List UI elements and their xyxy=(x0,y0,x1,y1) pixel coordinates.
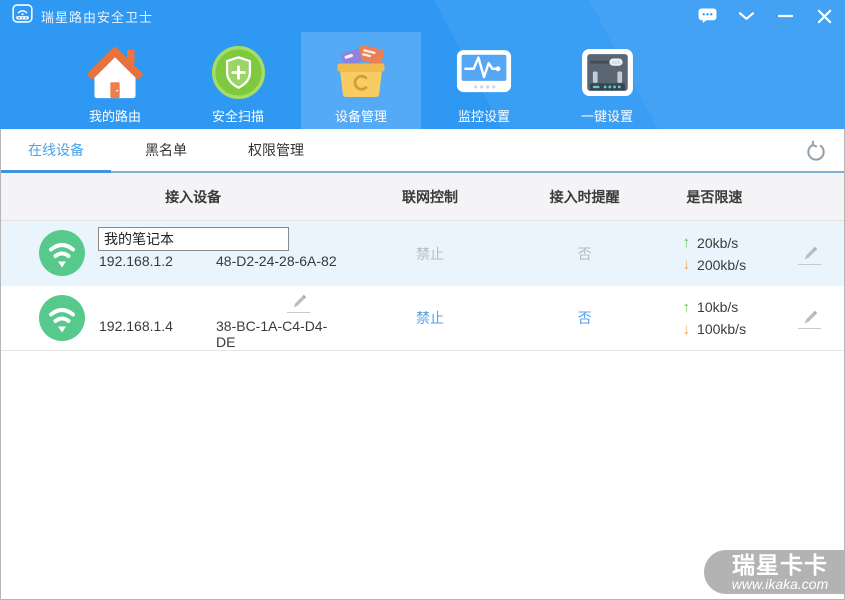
ikaka-watermark: 瑞星卡卡 www.ikaka.com xyxy=(704,550,844,594)
toolbox-icon xyxy=(332,41,390,103)
tab-bar: 在线设备 黑名单 权限管理 xyxy=(1,129,844,173)
edit-cell xyxy=(774,286,844,350)
close-icon[interactable] xyxy=(813,5,835,27)
pencil-underline xyxy=(797,328,821,329)
app-window: 瑞星路由安全卫士 我的路由 安全扫描 设备管理 监控设置 一键设置 在线设备 黑… xyxy=(0,0,845,600)
titlebar: 瑞星路由安全卫士 xyxy=(0,0,845,32)
header-device: 接入设备 xyxy=(165,188,222,205)
speed-limit-cell: ↑ 20kb/s ↓ 200kb/s xyxy=(654,221,774,286)
remind-toggle-link[interactable]: 否 xyxy=(578,308,592,328)
wifi-device-icon xyxy=(39,230,85,276)
header-network-control: 联网控制 xyxy=(402,188,459,205)
tab-online-devices[interactable]: 在线设备 xyxy=(1,129,111,173)
tab-label: 黑名单 xyxy=(145,142,187,158)
monitor-icon xyxy=(456,41,512,103)
upload-speed: ↑ 20kb/s xyxy=(683,234,747,251)
watermark-brand: 瑞星卡卡 xyxy=(732,552,828,578)
window-title: 瑞星路由安全卫士 xyxy=(41,9,154,25)
window-controls xyxy=(696,5,835,27)
nav-label: 安全扫描 xyxy=(211,109,264,124)
nav-item-monitor-settings[interactable]: 监控设置 xyxy=(424,32,544,129)
network-control-cell: 禁止 xyxy=(345,221,515,286)
remind-toggle-link[interactable]: 否 xyxy=(578,244,592,264)
download-value: 100kb/s xyxy=(697,321,747,337)
up-arrow-icon: ↑ xyxy=(682,298,691,316)
nav-item-my-router[interactable]: 我的路由 xyxy=(55,32,175,129)
nav-label: 设备管理 xyxy=(334,109,387,124)
device-ip: 192.168.1.4 xyxy=(99,318,173,334)
edit-speed-pencil-icon[interactable] xyxy=(797,243,821,265)
table-row: 192.168.1.2 48-D2-24-28-6A-82 禁止 否 ↑ 20k… xyxy=(1,221,844,286)
main-nav: 我的路由 安全扫描 设备管理 监控设置 一键设置 xyxy=(0,32,845,129)
rename-device-pencil-icon[interactable] xyxy=(287,291,310,313)
table-row: 192.168.1.4 38-BC-1A-C4-D4-DE 禁止 否 ↑ 10k… xyxy=(1,286,844,351)
chevron-down-icon[interactable] xyxy=(735,5,757,27)
nav-label: 监控设置 xyxy=(457,109,510,124)
device-cell: 192.168.1.2 48-D2-24-28-6A-82 xyxy=(1,221,345,286)
speed-values: ↑ 10kb/s ↓ 100kb/s xyxy=(683,299,747,338)
device-name-input[interactable] xyxy=(98,227,289,251)
nav-label: 我的路由 xyxy=(88,109,141,124)
device-mac: 38-BC-1A-C4-D4-DE xyxy=(216,318,328,350)
up-arrow-icon: ↑ xyxy=(682,234,691,251)
edit-speed-pencil-icon[interactable] xyxy=(797,307,821,329)
edit-cell xyxy=(774,221,844,286)
wifi-device-icon xyxy=(39,295,85,341)
refresh-icon[interactable] xyxy=(802,138,828,164)
device-cell: 192.168.1.4 38-BC-1A-C4-D4-DE xyxy=(1,286,345,350)
upload-value: 20kb/s xyxy=(697,234,739,251)
shield-scan-icon xyxy=(210,41,267,103)
download-value: 200kb/s xyxy=(697,256,747,273)
download-speed: ↓ 100kb/s xyxy=(683,321,747,338)
down-arrow-icon: ↓ xyxy=(682,320,691,338)
forbid-link[interactable]: 禁止 xyxy=(416,244,444,264)
home-icon xyxy=(85,41,145,103)
tab-blacklist[interactable]: 黑名单 xyxy=(111,129,221,171)
content-area: 在线设备 黑名单 权限管理 接入设备 联网控制 接入时提醒 是否限速 我的笔记本… xyxy=(0,129,845,600)
tab-permission-management[interactable]: 权限管理 xyxy=(221,129,331,171)
pencil-underline xyxy=(797,263,821,265)
remind-cell: 否 xyxy=(515,286,655,350)
nav-label: 一键设置 xyxy=(580,109,633,124)
network-control-cell: 禁止 xyxy=(345,286,515,350)
device-ip: 192.168.1.2 xyxy=(99,253,173,269)
table-header: 接入设备 联网控制 接入时提醒 是否限速 xyxy=(1,173,844,221)
speed-limit-cell: ↑ 10kb/s ↓ 100kb/s xyxy=(654,286,774,350)
tab-label: 在线设备 xyxy=(28,142,84,158)
tab-label: 权限管理 xyxy=(248,142,304,158)
download-speed: ↓ 200kb/s xyxy=(683,256,747,273)
nav-item-device-management[interactable]: 设备管理 xyxy=(301,32,421,129)
app-logo-icon xyxy=(12,4,33,28)
watermark-url: www.ikaka.com xyxy=(731,576,829,592)
forbid-link[interactable]: 禁止 xyxy=(416,308,444,328)
speed-values: ↑ 20kb/s ↓ 200kb/s xyxy=(683,234,747,273)
header: 瑞星路由安全卫士 我的路由 安全扫描 设备管理 监控设置 一键设置 xyxy=(0,0,845,129)
device-mac: 48-D2-24-28-6A-82 xyxy=(216,253,337,269)
pencil-underline xyxy=(287,312,310,313)
router-settings-icon xyxy=(581,41,634,103)
minimize-icon[interactable] xyxy=(774,5,796,27)
upload-value: 10kb/s xyxy=(697,299,739,315)
remind-cell: 否 xyxy=(515,221,655,286)
feedback-chat-icon[interactable] xyxy=(696,5,718,27)
down-arrow-icon: ↓ xyxy=(682,256,691,273)
header-speed-limit: 是否限速 xyxy=(686,188,743,205)
upload-speed: ↑ 10kb/s xyxy=(683,299,747,316)
nav-item-security-scan[interactable]: 安全扫描 xyxy=(178,32,298,129)
header-access-remind: 接入时提醒 xyxy=(549,188,620,205)
nav-item-one-click-settings[interactable]: 一键设置 xyxy=(547,32,667,129)
